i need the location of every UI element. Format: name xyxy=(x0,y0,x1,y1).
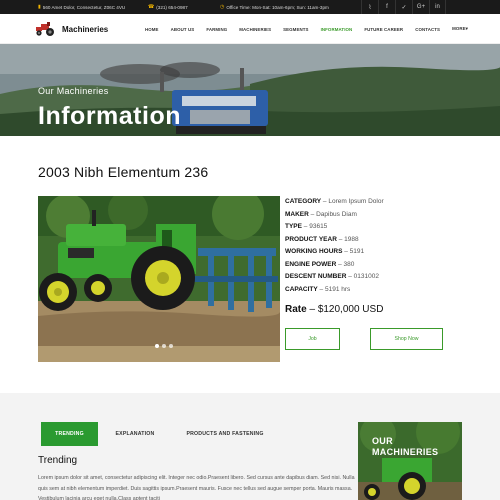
spec-row: ENGINE POWER – 380 xyxy=(285,260,355,268)
map-marker-icon: ▮ xyxy=(38,4,41,10)
spec-value: Dapibus Diam xyxy=(316,210,357,218)
spec-row: PRODUCT YEAR – 1988 xyxy=(285,235,359,243)
main-nav: HOME ABOUT US FARMING MACHINERIES SEGMEN… xyxy=(145,14,468,44)
spec-label: DESCENT NUMBER xyxy=(285,273,347,280)
hours-text: Office Time: Mon-Sat: 10am-6pm; Sun: 11a… xyxy=(226,4,329,10)
nav-information[interactable]: INFORMATION xyxy=(321,27,353,32)
spec-row: CATEGORY – Lorem Ipsum Dolor xyxy=(285,198,384,205)
spec-label: ENGINE POWER xyxy=(285,260,337,268)
address-info: ▮ 560 Amet Dolor, Consectetur, Z06C 4VU xyxy=(38,0,125,14)
shop-now-button[interactable]: Shop Now xyxy=(370,328,443,350)
rate-value: $120,000 USD xyxy=(317,304,384,315)
spec-label: MAKER xyxy=(285,210,309,218)
machineries-card[interactable]: OUR MACHINERIES xyxy=(358,422,462,500)
hours-info: ◷ Office Time: Mon-Sat: 10am-6pm; Sun: 1… xyxy=(220,0,329,14)
product-image-slider[interactable] xyxy=(38,196,280,362)
trending-heading: Trending xyxy=(38,455,78,466)
google-plus-icon[interactable]: G+ xyxy=(412,0,429,14)
spec-value: 380 xyxy=(343,260,355,268)
banner-title: Information xyxy=(38,102,181,130)
spec-row: WORKING HOURS – 5191 xyxy=(285,248,365,255)
linkedin-icon[interactable]: in xyxy=(429,0,446,14)
brand-name: Machineries xyxy=(62,24,109,34)
brand-logo[interactable]: Machineries xyxy=(35,22,108,36)
spec-row: CAPACITY – 5191 hrs xyxy=(285,285,351,293)
slider-dot[interactable] xyxy=(155,344,159,348)
trending-text: Lorem ipsum dolor sit amet, consectetur … xyxy=(38,475,355,500)
site-header: Machineries HOME ABOUT US FARMING MACHIN… xyxy=(0,14,500,44)
banner-subtitle: Our Machineries xyxy=(38,86,109,96)
spec-value: 5191 xyxy=(349,248,365,255)
address-text: 560 Amet Dolor, Consectetur, Z06C 4VU xyxy=(42,4,126,10)
phone-info: ☎ (321) 654-0987 xyxy=(148,0,188,14)
twitter-icon[interactable]: ✓ xyxy=(395,0,412,14)
slider-dot[interactable] xyxy=(169,344,173,348)
machineries-card-image xyxy=(358,422,462,500)
top-info-bar: ▮ 560 Amet Dolor, Consectetur, Z06C 4VU … xyxy=(0,0,500,14)
slider-dot[interactable] xyxy=(162,344,166,348)
spec-label: CATEGORY xyxy=(285,198,322,205)
nav-farming[interactable]: FARMING xyxy=(206,27,227,32)
product-specs: CATEGORY – Lorem Ipsum Dolor MAKER – Dap… xyxy=(285,196,384,296)
spec-value: 5191 hrs xyxy=(324,285,351,293)
product-rate: Rate – $120,000 USD xyxy=(285,304,384,315)
nav-home[interactable]: HOME xyxy=(145,27,159,32)
nav-more[interactable]: MORE▾ xyxy=(452,26,468,32)
tab-explanation[interactable]: EXPLANATION xyxy=(104,422,166,446)
clock-icon: ◷ xyxy=(220,4,225,10)
spec-label: PRODUCT YEAR xyxy=(285,235,337,243)
spec-row: MAKER – Dapibus Diam xyxy=(285,210,357,218)
tab-products-and-fastening[interactable]: PRODUCTS AND FASTENING xyxy=(180,422,270,446)
nav-contacts[interactable]: CONTACTS xyxy=(415,27,440,32)
card-title-line1: OUR xyxy=(372,436,393,446)
spec-label: TYPE xyxy=(285,223,302,230)
nav-about-us[interactable]: ABOUT US xyxy=(171,27,195,32)
nav-segments[interactable]: SEGMENTS xyxy=(283,27,308,32)
spec-label: WORKING HOURS xyxy=(285,248,343,255)
spec-label: CAPACITY xyxy=(285,285,318,293)
nav-machineries[interactable]: MACHINERIES xyxy=(239,27,271,32)
page-banner: Our Machineries Information xyxy=(0,44,500,136)
spec-row: TYPE – 93615 xyxy=(285,223,328,230)
spec-value: 0131002 xyxy=(353,273,379,280)
card-title-line2: MACHINERIES xyxy=(372,447,439,457)
facebook-icon[interactable]: f xyxy=(378,0,395,14)
slider-pagination xyxy=(155,344,173,348)
job-button[interactable]: Job xyxy=(285,328,340,350)
nav-future-career[interactable]: FUTURE CAREER xyxy=(364,27,403,32)
phone-icon: ☎ xyxy=(148,4,155,10)
spec-value: Lorem Ipsum Dolor xyxy=(328,198,384,205)
rss-icon[interactable]: ⌇ xyxy=(361,0,378,14)
product-title: 2003 Nibh Elementum 236 xyxy=(38,164,209,180)
spec-value: 1988 xyxy=(344,235,359,243)
phone-text: (321) 654-0987 xyxy=(156,4,188,10)
spec-value: 93615 xyxy=(309,223,328,230)
social-links: ⌇ f ✓ G+ in xyxy=(361,0,446,14)
tractor-photo xyxy=(38,196,280,362)
nav-more-label: MORE xyxy=(452,26,466,31)
tractor-logo-icon xyxy=(36,22,54,36)
rate-label: Rate xyxy=(285,304,307,315)
tab-trending[interactable]: TRENDING xyxy=(41,422,98,446)
caret-down-icon: ▾ xyxy=(465,26,468,31)
spec-row: DESCENT NUMBER – 0131002 xyxy=(285,273,379,280)
